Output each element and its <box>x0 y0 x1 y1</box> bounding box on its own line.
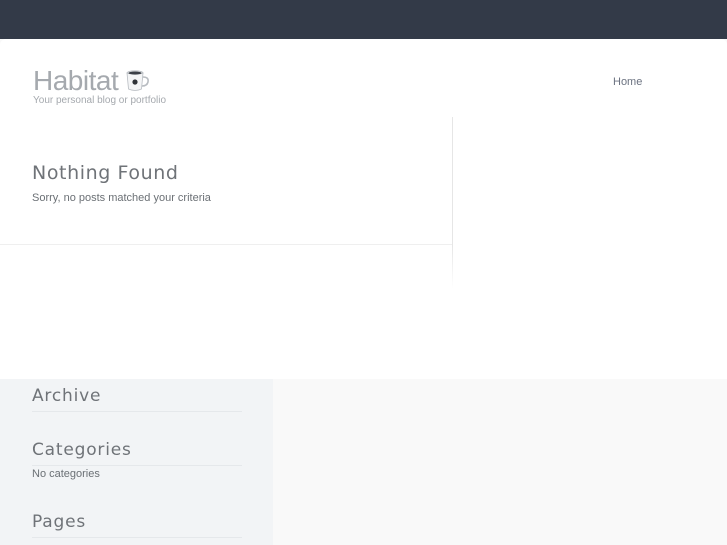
sidebar: Archive Categories No categories Pages <box>0 379 273 545</box>
site-tagline: Your personal blog or portfolio <box>33 95 167 106</box>
widget-divider <box>32 411 242 412</box>
site-title: Habitat <box>33 65 119 96</box>
no-results-message: Sorry, no posts matched your criteria <box>32 192 211 204</box>
widget-divider <box>32 537 242 538</box>
top-bar <box>0 0 727 39</box>
content-divider-vertical <box>452 117 453 289</box>
widget-title-pages: Pages <box>32 512 87 532</box>
page-title: Nothing Found <box>32 162 179 184</box>
page-container: Habitat Your personal blog or portfolio … <box>0 39 727 379</box>
coffee-cup-icon <box>126 70 150 91</box>
widget-divider <box>32 465 242 466</box>
widget-title-categories: Categories <box>32 440 132 460</box>
content-divider-horizontal <box>0 244 452 245</box>
nav-link-home[interactable]: Home <box>613 76 642 88</box>
site-logo[interactable]: Habitat <box>33 66 150 96</box>
widget-title-archive: Archive <box>32 386 102 406</box>
widget-text-no-categories: No categories <box>32 468 100 480</box>
